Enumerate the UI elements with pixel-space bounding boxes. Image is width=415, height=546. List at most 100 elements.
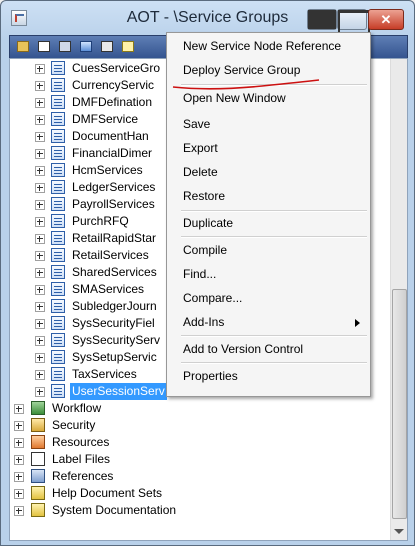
node-label: SharedServices [72, 265, 157, 279]
expand-icon[interactable] [35, 387, 45, 397]
service-node-icon [51, 316, 65, 330]
node-label: CuesServiceGro [72, 61, 161, 75]
service-node-icon [51, 333, 65, 347]
compile-icon [59, 41, 71, 52]
expand-icon[interactable] [14, 421, 24, 431]
service-node-icon [51, 95, 65, 109]
toolbar-open-button[interactable] [15, 39, 31, 55]
scrollbar-thumb[interactable] [392, 289, 407, 519]
references-icon [31, 469, 45, 483]
expand-icon[interactable] [35, 81, 45, 91]
menu-separator [181, 236, 367, 238]
expand-icon[interactable] [14, 472, 24, 482]
expand-icon[interactable] [35, 217, 45, 227]
menu-restore[interactable]: Restore [167, 185, 370, 208]
menu-properties[interactable]: Properties [167, 365, 370, 388]
service-node-icon [51, 197, 65, 211]
tree-node[interactable]: Workflow [10, 400, 380, 417]
expand-icon[interactable] [35, 302, 45, 312]
menu-save[interactable]: Save [167, 113, 370, 136]
expand-icon[interactable] [35, 132, 45, 142]
node-label: Security [52, 418, 96, 432]
expand-icon[interactable] [14, 506, 24, 516]
toolbar-properties-button[interactable] [36, 39, 52, 55]
properties-icon [38, 41, 50, 52]
expand-icon[interactable] [35, 251, 45, 261]
expand-icon[interactable] [35, 285, 45, 295]
node-label: SubledgerJourn [72, 299, 157, 313]
vertical-scrollbar[interactable] [390, 59, 407, 540]
expand-icon[interactable] [35, 64, 45, 74]
node-label: RetailServices [72, 248, 149, 262]
scroll-down-arrow-icon[interactable] [394, 529, 404, 534]
expand-icon[interactable] [35, 166, 45, 176]
toolbar-compile-button[interactable] [57, 39, 73, 55]
tree-node[interactable]: System Documentation [10, 502, 380, 519]
red-underline-annotation [172, 79, 320, 90]
expand-icon[interactable] [35, 353, 45, 363]
expand-icon[interactable] [35, 268, 45, 278]
menu-new-service-node-reference[interactable]: New Service Node Reference [167, 35, 370, 58]
expand-icon[interactable] [14, 438, 24, 448]
node-label: PurchRFQ [72, 214, 129, 228]
expand-icon[interactable] [14, 455, 24, 465]
service-node-icon [51, 61, 65, 75]
tree-node[interactable]: Help Document Sets [10, 485, 380, 502]
title-bar[interactable]: AOT - \Service Groups ✕ [1, 1, 414, 35]
service-node-icon [51, 146, 65, 160]
toolbar-import-button[interactable] [78, 39, 94, 55]
help-document-sets-icon [31, 486, 45, 500]
service-node-icon [51, 231, 65, 245]
expand-icon[interactable] [35, 149, 45, 159]
node-label: Workflow [52, 401, 102, 415]
expand-icon[interactable] [35, 200, 45, 210]
menu-add-to-version-control[interactable]: Add to Version Control [167, 338, 370, 361]
expand-icon[interactable] [35, 98, 45, 108]
workflow-icon [31, 401, 45, 415]
menu-duplicate[interactable]: Duplicate [167, 212, 370, 235]
expand-icon[interactable] [35, 319, 45, 329]
expand-icon[interactable] [35, 370, 45, 380]
expand-icon[interactable] [35, 115, 45, 125]
menu-add-ins[interactable]: Add-Ins [167, 311, 370, 334]
menu-compile[interactable]: Compile [167, 239, 370, 262]
service-node-icon [51, 299, 65, 313]
expand-icon[interactable] [35, 336, 45, 346]
tree-node[interactable]: Security [10, 417, 380, 434]
service-node-icon [51, 78, 65, 92]
node-label: RetailRapidStar [72, 231, 157, 245]
import-icon [80, 41, 92, 52]
node-label: DMFService [72, 112, 139, 126]
tree-node[interactable]: References [10, 468, 380, 485]
menu-separator [181, 335, 367, 337]
expand-icon[interactable] [14, 404, 24, 414]
node-label: DocumentHan [72, 129, 149, 143]
node-label: SMAServices [72, 282, 145, 296]
maximize-icon [338, 10, 370, 34]
node-label: CurrencyServic [72, 78, 155, 92]
toolbar-export-button[interactable] [99, 39, 115, 55]
toolbar-new-button[interactable] [120, 39, 136, 55]
menu-find[interactable]: Find... [167, 263, 370, 286]
tree-node[interactable]: Resources [10, 434, 380, 451]
service-node-icon [51, 180, 65, 194]
menu-export[interactable]: Export [167, 137, 370, 160]
node-label: SysSecurityFiel [72, 316, 155, 330]
tree-node[interactable]: Label Files [10, 451, 380, 468]
service-node-icon [51, 282, 65, 296]
expand-icon[interactable] [35, 183, 45, 193]
node-label: DMFDefination [72, 95, 153, 109]
expand-icon[interactable] [14, 489, 24, 499]
service-node-icon [51, 214, 65, 228]
close-button[interactable]: ✕ [368, 9, 404, 30]
submenu-arrow-icon [355, 319, 360, 327]
export-icon [101, 41, 113, 52]
maximize-button[interactable] [337, 9, 370, 34]
menu-delete[interactable]: Delete [167, 161, 370, 184]
expand-icon[interactable] [35, 234, 45, 244]
node-label: Help Document Sets [52, 486, 163, 500]
security-icon [31, 418, 45, 432]
minimize-button[interactable] [307, 9, 337, 30]
menu-compare[interactable]: Compare... [167, 287, 370, 310]
node-label: FinancialDimer [72, 146, 153, 160]
